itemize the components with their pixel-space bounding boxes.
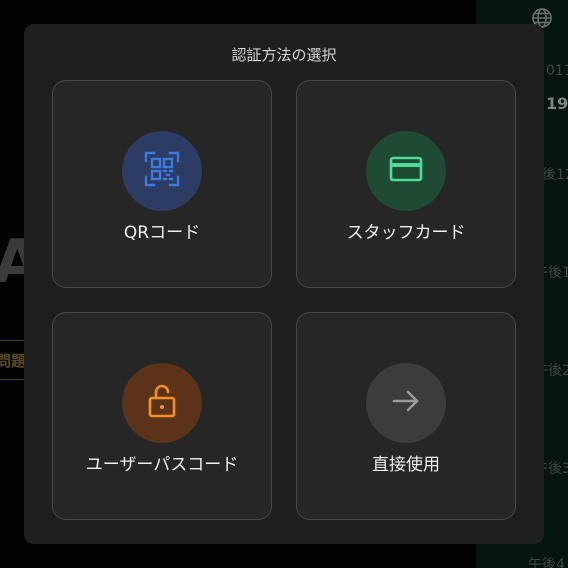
staff-card-option[interactable]: スタッフカード <box>296 80 516 288</box>
background-time-label: 011 <box>546 63 568 79</box>
arrow-right-icon <box>391 389 421 417</box>
dialog-title: 認証方法の選択 <box>231 46 337 64</box>
qr-code-label: QRコード <box>123 223 201 243</box>
background-issue-label: 問題 <box>0 352 27 370</box>
direct-use-label: 直接使用 <box>372 455 440 475</box>
qr-scan-icon <box>144 151 180 191</box>
background-time-label: 午後4 <box>528 557 565 568</box>
staff-card-label: スタッフカード <box>346 223 466 243</box>
card-icon-circle <box>366 131 446 211</box>
qr-code-option[interactable]: QRコード <box>52 80 272 288</box>
background-time-label: 後12 <box>542 167 568 183</box>
auth-method-dialog: 認証方法の選択 QRコード スタッフカード ユーザーパスコード 直接使用 <box>24 24 544 544</box>
screen: 011 19 後12 午後1 午後2 午後3 午後4 A 問題 認証方法の選択 <box>0 0 568 568</box>
direct-use-option[interactable]: 直接使用 <box>296 312 516 520</box>
background-time-label: 19 <box>546 94 568 113</box>
user-passcode-option[interactable]: ユーザーパスコード <box>52 312 272 520</box>
unlock-icon <box>146 383 178 423</box>
qr-icon-circle <box>122 131 202 211</box>
arrow-icon-circle <box>366 363 446 443</box>
card-icon <box>389 155 423 187</box>
lock-icon-circle <box>122 363 202 443</box>
user-passcode-label: ユーザーパスコード <box>85 455 239 475</box>
